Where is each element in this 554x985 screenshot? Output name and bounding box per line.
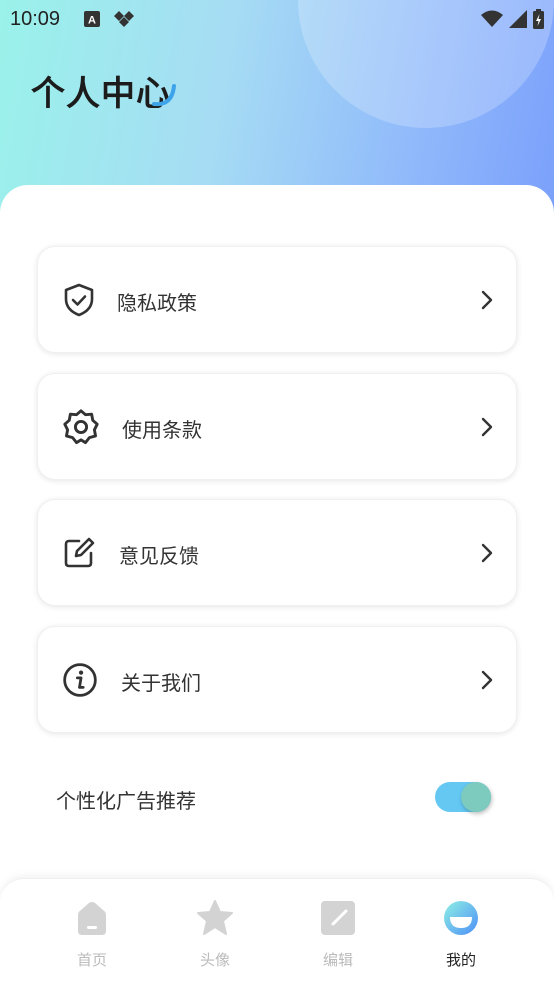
text-a-icon: A: [84, 11, 101, 27]
nav-item-avatar[interactable]: 头像: [155, 879, 275, 985]
wifi-icon: [481, 10, 503, 27]
personalized-ads-label: 个性化广告推荐: [56, 789, 196, 813]
title-swoosh-icon: [152, 84, 176, 107]
chevron-right-icon: [481, 543, 493, 563]
nav-label: 首页: [76, 951, 107, 969]
personalized-ads-toggle[interactable]: [435, 782, 491, 812]
star-icon: [197, 900, 233, 935]
home-icon: [78, 902, 106, 935]
nav-item-home[interactable]: 首页: [32, 879, 152, 985]
profile-smile-icon: [444, 901, 478, 935]
edit-square-icon: [321, 901, 355, 935]
nav-label: 头像: [199, 951, 230, 969]
chevron-right-icon: [481, 670, 493, 690]
menu-item-label: 意见反馈: [119, 544, 199, 568]
toggle-knob: [461, 782, 491, 812]
menu-item-terms-of-use[interactable]: 使用条款: [37, 373, 517, 480]
menu-item-label: 关于我们: [121, 671, 201, 695]
gear-icon: [63, 409, 99, 445]
shield-check-icon: [64, 283, 94, 317]
signal-icon: [509, 10, 527, 28]
menu-item-label: 使用条款: [122, 418, 202, 442]
info-icon: [63, 663, 97, 697]
edit-icon: [64, 537, 95, 568]
menu-item-privacy-policy[interactable]: 隐私政策: [37, 246, 517, 353]
nav-label: 编辑: [322, 951, 353, 969]
status-bar: 10:09 A: [0, 0, 554, 38]
chevron-right-icon: [481, 290, 493, 310]
nav-item-mine[interactable]: 我的: [401, 879, 521, 985]
menu-item-about-us[interactable]: 关于我们: [37, 626, 517, 733]
diamond-icon: [114, 11, 135, 27]
svg-text:A: A: [88, 15, 96, 27]
menu-item-label: 隐私政策: [117, 291, 197, 315]
nav-item-edit[interactable]: 编辑: [278, 879, 398, 985]
chevron-right-icon: [481, 417, 493, 437]
battery-icon: [533, 9, 544, 29]
status-time: 10:09: [10, 7, 61, 30]
menu-item-feedback[interactable]: 意见反馈: [37, 499, 517, 606]
bottom-nav: 首页 头像 编辑 我的: [0, 878, 554, 985]
nav-label: 我的: [445, 951, 476, 969]
